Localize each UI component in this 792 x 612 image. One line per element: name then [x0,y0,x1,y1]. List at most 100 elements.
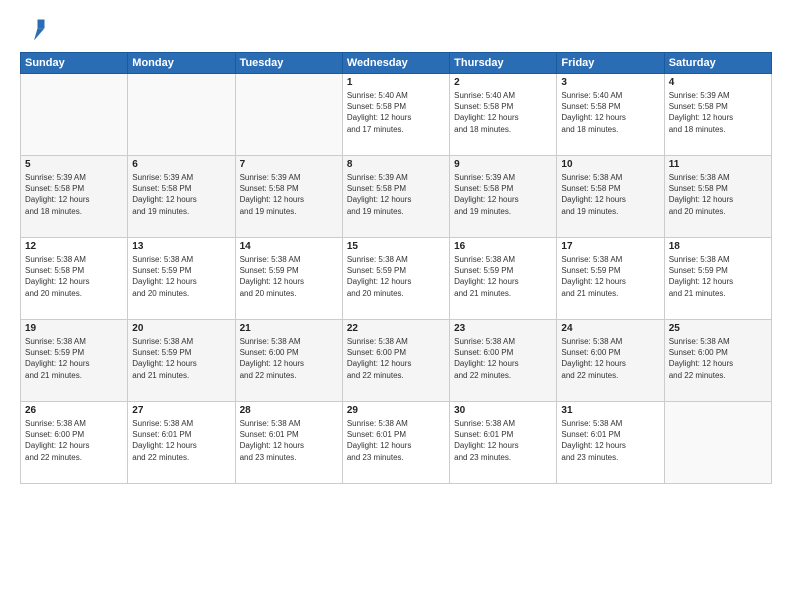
logo-icon [20,16,48,44]
calendar-day-cell: 14 Sunrise: 5:38 AM Sunset: 5:59 PM Dayli… [235,238,342,320]
day-number: 19 [25,323,123,334]
day-info: Sunrise: 5:39 AM Sunset: 5:58 PM Dayligh… [132,172,230,217]
logo [20,16,52,44]
calendar-day-cell: 31Sunrise: 5:38 AM Sunset: 6:01 PM Dayli… [557,402,664,484]
calendar-week-row: 12Sunrise: 5:38 AM Sunset: 5:58 PM Dayli… [21,238,772,320]
day-number: 31 [561,405,659,416]
day-number: 21 [240,323,338,334]
calendar-header-cell: Friday [557,53,664,74]
calendar-day-cell: 20 Sunrise: 5:38 AM Sunset: 5:59 PM Dayli… [128,320,235,402]
day-number: 24 [561,323,659,334]
day-number: 28 [240,405,338,416]
day-info: Sunrise: 5:38 AM Sunset: 5:59 PM Dayligh… [454,254,552,299]
day-info: Sunrise: 5:38 AM Sunset: 5:58 PM Dayligh… [669,172,767,217]
day-number: 1 [347,77,445,88]
day-info: Sunrise: 5:38 AM Sunset: 5:59 PM Dayligh… [25,336,123,381]
calendar-day-cell: 9Sunrise: 5:39 AM Sunset: 5:58 PM Daylig… [450,156,557,238]
calendar-day-cell: 5 Sunrise: 5:39 AM Sunset: 5:58 PM Daylig… [21,156,128,238]
day-number: 22 [347,323,445,334]
day-number: 5 [25,159,123,170]
calendar-day-cell [21,74,128,156]
day-number: 10 [561,159,659,170]
day-info: Sunrise: 5:38 AM Sunset: 6:01 PM Dayligh… [454,418,552,463]
day-info: Sunrise: 5:38 AM Sunset: 6:01 PM Dayligh… [347,418,445,463]
calendar-day-cell: 22 Sunrise: 5:38 AM Sunset: 6:00 PM Dayli… [342,320,449,402]
day-number: 13 [132,241,230,252]
calendar-week-row: 26 Sunrise: 5:38 AM Sunset: 6:00 PM Dayli… [21,402,772,484]
day-info: Sunrise: 5:40 AM Sunset: 5:58 PM Dayligh… [454,90,552,135]
header [20,16,772,44]
calendar-header-cell: Sunday [21,53,128,74]
day-number: 30 [454,405,552,416]
day-info: Sunrise: 5:38 AM Sunset: 5:58 PM Dayligh… [561,172,659,217]
calendar-day-cell: 11 Sunrise: 5:38 AM Sunset: 5:58 PM Dayli… [664,156,771,238]
day-info: Sunrise: 5:38 AM Sunset: 5:59 PM Dayligh… [132,254,230,299]
day-info: Sunrise: 5:39 AM Sunset: 5:58 PM Dayligh… [347,172,445,217]
day-number: 20 [132,323,230,334]
calendar-day-cell: 23 Sunrise: 5:38 AM Sunset: 6:00 PM Dayli… [450,320,557,402]
page: SundayMondayTuesdayWednesdayThursdayFrid… [0,0,792,612]
day-info: Sunrise: 5:38 AM Sunset: 6:01 PM Dayligh… [240,418,338,463]
calendar-header-row: SundayMondayTuesdayWednesdayThursdayFrid… [21,53,772,74]
calendar-day-cell: 29 Sunrise: 5:38 AM Sunset: 6:01 PM Dayli… [342,402,449,484]
calendar-day-cell: 28 Sunrise: 5:38 AM Sunset: 6:01 PM Dayli… [235,402,342,484]
day-info: Sunrise: 5:38 AM Sunset: 5:59 PM Dayligh… [347,254,445,299]
calendar-day-cell: 30 Sunrise: 5:38 AM Sunset: 6:01 PM Dayli… [450,402,557,484]
day-info: Sunrise: 5:38 AM Sunset: 6:00 PM Dayligh… [25,418,123,463]
day-info: Sunrise: 5:39 AM Sunset: 5:58 PM Dayligh… [240,172,338,217]
calendar-day-cell: 15Sunrise: 5:38 AM Sunset: 5:59 PM Dayli… [342,238,449,320]
calendar-day-cell: 10 Sunrise: 5:38 AM Sunset: 5:58 PM Dayli… [557,156,664,238]
calendar-day-cell: 1 Sunrise: 5:40 AM Sunset: 5:58 PM Daylig… [342,74,449,156]
calendar-day-cell: 25 Sunrise: 5:38 AM Sunset: 6:00 PM Dayli… [664,320,771,402]
calendar-header-cell: Monday [128,53,235,74]
calendar-day-cell: 8 Sunrise: 5:39 AM Sunset: 5:58 PM Daylig… [342,156,449,238]
day-info: Sunrise: 5:40 AM Sunset: 5:58 PM Dayligh… [561,90,659,135]
day-number: 16 [454,241,552,252]
calendar-header-cell: Saturday [664,53,771,74]
calendar-header-cell: Wednesday [342,53,449,74]
calendar-day-cell: 6 Sunrise: 5:39 AM Sunset: 5:58 PM Daylig… [128,156,235,238]
day-info: Sunrise: 5:39 AM Sunset: 5:58 PM Dayligh… [25,172,123,217]
day-info: Sunrise: 5:38 AM Sunset: 6:01 PM Dayligh… [132,418,230,463]
day-number: 29 [347,405,445,416]
day-number: 11 [669,159,767,170]
day-info: Sunrise: 5:38 AM Sunset: 5:59 PM Dayligh… [240,254,338,299]
calendar-day-cell [235,74,342,156]
day-number: 4 [669,77,767,88]
calendar-table: SundayMondayTuesdayWednesdayThursdayFrid… [20,52,772,484]
day-number: 6 [132,159,230,170]
day-number: 8 [347,159,445,170]
calendar-day-cell: 24 Sunrise: 5:38 AM Sunset: 6:00 PM Dayli… [557,320,664,402]
calendar-day-cell: 3 Sunrise: 5:40 AM Sunset: 5:58 PM Daylig… [557,74,664,156]
day-info: Sunrise: 5:38 AM Sunset: 6:00 PM Dayligh… [561,336,659,381]
day-number: 23 [454,323,552,334]
day-number: 12 [25,241,123,252]
day-info: Sunrise: 5:39 AM Sunset: 5:58 PM Dayligh… [669,90,767,135]
calendar-day-cell: 2 Sunrise: 5:40 AM Sunset: 5:58 PM Daylig… [450,74,557,156]
calendar-day-cell: 16 Sunrise: 5:38 AM Sunset: 5:59 PM Dayli… [450,238,557,320]
day-info: Sunrise: 5:38 AM Sunset: 5:59 PM Dayligh… [132,336,230,381]
calendar-day-cell: 7 Sunrise: 5:39 AM Sunset: 5:58 PM Daylig… [235,156,342,238]
day-info: Sunrise: 5:38 AM Sunset: 5:59 PM Dayligh… [669,254,767,299]
day-number: 7 [240,159,338,170]
calendar-day-cell: 26 Sunrise: 5:38 AM Sunset: 6:00 PM Dayli… [21,402,128,484]
day-number: 27 [132,405,230,416]
calendar-day-cell: 4 Sunrise: 5:39 AM Sunset: 5:58 PM Daylig… [664,74,771,156]
calendar-day-cell: 18Sunrise: 5:38 AM Sunset: 5:59 PM Dayli… [664,238,771,320]
calendar-header-cell: Thursday [450,53,557,74]
calendar-day-cell: 27 Sunrise: 5:38 AM Sunset: 6:01 PM Dayli… [128,402,235,484]
day-info: Sunrise: 5:40 AM Sunset: 5:58 PM Dayligh… [347,90,445,135]
day-info: Sunrise: 5:38 AM Sunset: 6:00 PM Dayligh… [669,336,767,381]
calendar-week-row: 5 Sunrise: 5:39 AM Sunset: 5:58 PM Daylig… [21,156,772,238]
day-number: 2 [454,77,552,88]
day-info: Sunrise: 5:38 AM Sunset: 6:00 PM Dayligh… [240,336,338,381]
calendar-day-cell [664,402,771,484]
day-number: 26 [25,405,123,416]
day-info: Sunrise: 5:38 AM Sunset: 6:00 PM Dayligh… [454,336,552,381]
day-info: Sunrise: 5:38 AM Sunset: 6:00 PM Dayligh… [347,336,445,381]
day-number: 25 [669,323,767,334]
day-number: 14 [240,241,338,252]
day-number: 3 [561,77,659,88]
calendar-header-cell: Tuesday [235,53,342,74]
calendar-day-cell: 17Sunrise: 5:38 AM Sunset: 5:59 PM Dayli… [557,238,664,320]
